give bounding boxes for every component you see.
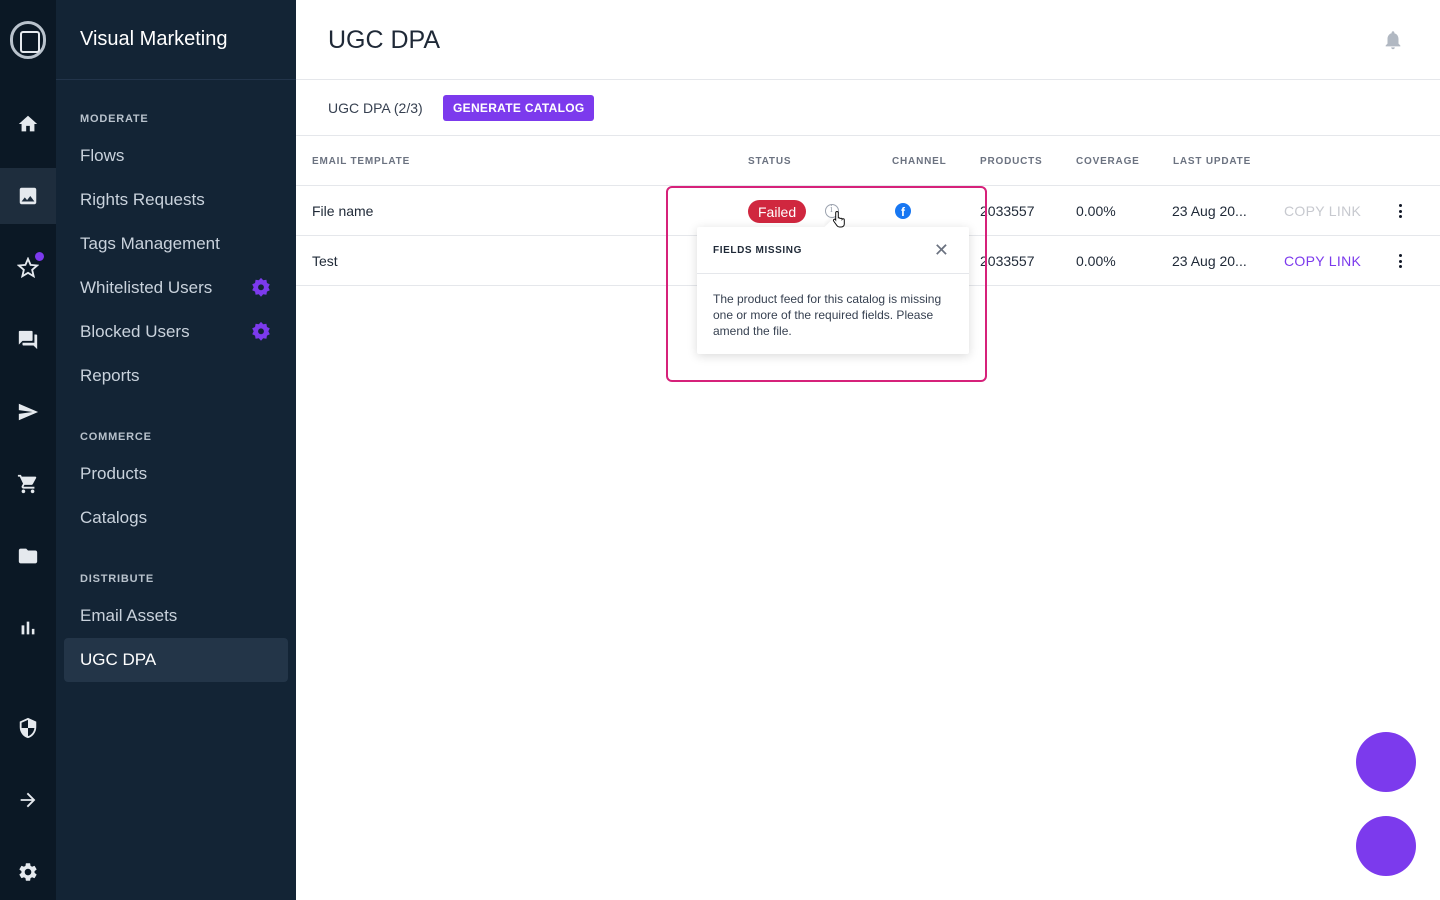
column-header[interactable]: LAST UPDATE: [1173, 156, 1251, 167]
coverage-value: 0.00%: [1076, 253, 1116, 269]
bar-chart-icon[interactable]: [0, 600, 56, 656]
nav-item-email-assets[interactable]: Email Assets: [64, 594, 288, 638]
nav-divider: [56, 79, 296, 80]
nav-item-label: Email Assets: [80, 606, 178, 625]
cart-icon[interactable]: [0, 456, 56, 512]
chat-icon[interactable]: [0, 312, 56, 368]
workspace-title: Visual Marketing: [80, 28, 228, 50]
popover-divider: [697, 273, 969, 274]
nav-item-label: UGC DPA: [80, 650, 157, 669]
notification-badge: [33, 250, 46, 263]
page-title: UGC DPA: [328, 26, 441, 54]
premium-badge-icon: [252, 321, 270, 341]
nav-item-reports[interactable]: Reports: [64, 354, 288, 398]
nav-item-catalogs[interactable]: Catalogs: [64, 496, 288, 540]
nav-item-flows[interactable]: Flows: [64, 134, 288, 178]
column-header[interactable]: PRODUCTS: [980, 156, 1043, 167]
nav-item-label: Rights Requests: [80, 190, 205, 209]
bell-icon[interactable]: [1382, 29, 1404, 51]
nav-section-moderate: MODERATE: [80, 113, 149, 125]
folder-icon[interactable]: [0, 528, 56, 584]
copy-link-button[interactable]: COPY LINK: [1284, 203, 1361, 219]
nav-item-label: Catalogs: [80, 508, 148, 527]
chat-launcher-button[interactable]: [1356, 816, 1416, 876]
toolbar: UGC DPA (2/3) GENERATE CATALOG: [296, 80, 1440, 136]
settings-icon[interactable]: [0, 844, 56, 900]
send-icon[interactable]: [0, 384, 56, 440]
template-name: File name: [312, 203, 374, 219]
shield-icon[interactable]: [0, 700, 56, 756]
coverage-value: 0.00%: [1076, 203, 1116, 219]
more-options-icon[interactable]: [1392, 252, 1408, 270]
nav-item-rights-requests[interactable]: Rights Requests: [64, 178, 288, 222]
image-icon[interactable]: [0, 168, 56, 224]
main-content: UGC DPA UGC DPA (2/3) GENERATE CATALOG E…: [296, 0, 1440, 900]
icon-rail: [0, 0, 56, 900]
nav-item-label: Products: [80, 464, 148, 483]
column-header[interactable]: EMAIL TEMPLATE: [312, 156, 410, 167]
catalog-count: UGC DPA (2/3): [328, 100, 423, 116]
error-popover: FIELDS MISSING ✕ The product feed for th…: [697, 227, 969, 354]
products-count: 2033557: [980, 203, 1035, 219]
nav-item-label: Whitelisted Users: [80, 278, 213, 297]
more-options-icon[interactable]: [1392, 202, 1408, 220]
nav-section-commerce: COMMERCE: [80, 431, 152, 443]
hand-cursor-icon: [832, 210, 845, 228]
popover-title: FIELDS MISSING: [713, 245, 802, 256]
copy-link-button[interactable]: COPY LINK: [1284, 253, 1361, 269]
column-header[interactable]: STATUS: [748, 156, 791, 167]
table-header: EMAIL TEMPLATE STATUS CHANNEL PRODUCTS C…: [296, 136, 1440, 186]
side-nav: Visual Marketing MODERATE Flows Rights R…: [56, 0, 296, 900]
nav-item-label: Flows: [80, 146, 125, 165]
app-logo[interactable]: [10, 21, 46, 59]
nav-section-distribute: DISTRIBUTE: [80, 573, 154, 585]
star-icon[interactable]: [0, 240, 56, 296]
template-name: Test: [312, 253, 338, 269]
premium-badge-icon: [252, 277, 270, 297]
arrow-right-icon[interactable]: [0, 772, 56, 828]
column-header[interactable]: COVERAGE: [1076, 156, 1140, 167]
last-update: 23 Aug 20...: [1172, 253, 1247, 269]
nav-item-blocked-users[interactable]: Blocked Users: [64, 310, 288, 354]
column-header[interactable]: CHANNEL: [892, 156, 947, 167]
last-update: 23 Aug 20...: [1172, 203, 1247, 219]
floating-action-button[interactable]: [1356, 732, 1416, 792]
nav-item-products[interactable]: Products: [64, 452, 288, 496]
nav-item-ugc-dpa[interactable]: UGC DPA: [64, 638, 288, 682]
nav-item-label: Tags Management: [80, 234, 220, 253]
nav-item-tags-management[interactable]: Tags Management: [64, 222, 288, 266]
nav-item-label: Blocked Users: [80, 322, 190, 341]
popover-message: The product feed for this catalog is mis…: [713, 292, 942, 338]
home-icon[interactable]: [0, 96, 56, 152]
generate-catalog-button[interactable]: GENERATE CATALOG: [443, 95, 595, 121]
nav-item-label: Reports: [80, 366, 140, 385]
page-header: UGC DPA: [296, 0, 1440, 80]
nav-item-whitelisted-users[interactable]: Whitelisted Users: [64, 266, 288, 310]
products-count: 2033557: [980, 253, 1035, 269]
close-icon[interactable]: ✕: [934, 241, 949, 259]
